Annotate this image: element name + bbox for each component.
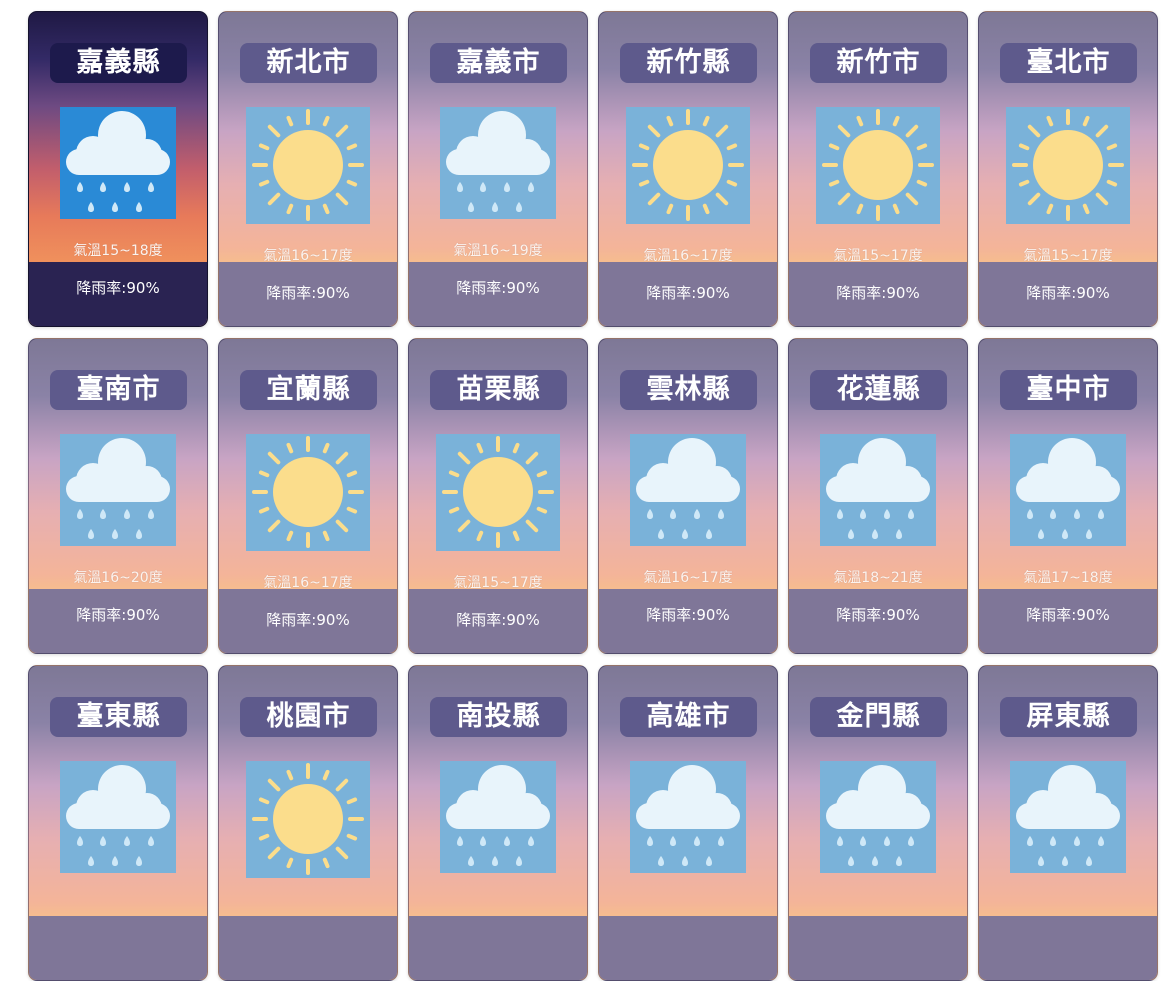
rain-icon bbox=[1010, 434, 1126, 546]
weather-card[interactable]: 臺東縣 bbox=[28, 665, 208, 981]
weather-card-grid: 嘉義縣 氣溫15~18度 降雨率:90% 新北市 氣溫16~17度 降雨率:90… bbox=[28, 11, 1160, 981]
city-name: 新竹市 bbox=[810, 43, 947, 83]
weather-card[interactable]: 花蓮縣 氣溫18~21度 降雨率:90% bbox=[788, 338, 968, 654]
weather-card[interactable]: 嘉義市 氣溫16~19度 降雨率:90% bbox=[408, 11, 588, 327]
city-name: 臺中市 bbox=[1000, 370, 1137, 410]
temperature-range: 氣溫16~19度 bbox=[453, 243, 543, 259]
temperature-range: 氣溫16~17度 bbox=[643, 570, 733, 586]
sun-icon bbox=[1006, 107, 1130, 224]
rain-icon bbox=[1010, 761, 1126, 873]
weather-card[interactable]: 桃園市 bbox=[218, 665, 398, 981]
rain-icon bbox=[820, 434, 936, 546]
card-bottom-band bbox=[979, 916, 1157, 980]
city-name: 嘉義縣 bbox=[50, 43, 187, 83]
rain-icon bbox=[440, 107, 556, 219]
rain-probability: 降雨率:90% bbox=[646, 284, 730, 302]
city-name: 新北市 bbox=[240, 43, 377, 83]
weather-card[interactable]: 宜蘭縣 氣溫16~17度 降雨率:90% bbox=[218, 338, 398, 654]
rain-probability: 降雨率:90% bbox=[646, 606, 730, 624]
city-name: 桃園市 bbox=[240, 697, 377, 737]
sun-icon bbox=[246, 761, 370, 878]
weather-card[interactable]: 新北市 氣溫16~17度 降雨率:90% bbox=[218, 11, 398, 327]
weather-card[interactable]: 屏東縣 bbox=[978, 665, 1158, 981]
rain-probability: 降雨率:90% bbox=[76, 279, 160, 297]
card-bottom-band bbox=[599, 916, 777, 980]
rain-probability: 降雨率:90% bbox=[266, 611, 350, 629]
rain-icon bbox=[60, 761, 176, 873]
card-bottom-band bbox=[789, 916, 967, 980]
city-name: 臺北市 bbox=[1000, 43, 1137, 83]
city-name: 屏東縣 bbox=[1000, 697, 1137, 737]
weather-card[interactable]: 嘉義縣 氣溫15~18度 降雨率:90% bbox=[28, 11, 208, 327]
rain-probability: 降雨率:90% bbox=[836, 606, 920, 624]
rain-probability: 降雨率:90% bbox=[456, 611, 540, 629]
card-bottom-band bbox=[409, 916, 587, 980]
city-name: 雲林縣 bbox=[620, 370, 757, 410]
temperature-range: 氣溫16~20度 bbox=[73, 570, 163, 586]
city-name: 南投縣 bbox=[430, 697, 567, 737]
city-name: 臺東縣 bbox=[50, 697, 187, 737]
rain-icon bbox=[60, 107, 176, 219]
city-name: 高雄市 bbox=[620, 697, 757, 737]
city-name: 臺南市 bbox=[50, 370, 187, 410]
rain-probability: 降雨率:90% bbox=[1026, 284, 1110, 302]
rain-icon bbox=[630, 434, 746, 546]
weather-card[interactable]: 高雄市 bbox=[598, 665, 778, 981]
sun-icon bbox=[816, 107, 940, 224]
city-name: 新竹縣 bbox=[620, 43, 757, 83]
city-name: 苗栗縣 bbox=[430, 370, 567, 410]
rain-icon bbox=[630, 761, 746, 873]
temperature-range: 氣溫15~17度 bbox=[1023, 248, 1113, 264]
temperature-range: 氣溫15~18度 bbox=[73, 243, 163, 259]
rain-icon bbox=[60, 434, 176, 546]
temperature-range: 氣溫15~17度 bbox=[833, 248, 923, 264]
weather-card[interactable]: 新竹縣 氣溫16~17度 降雨率:90% bbox=[598, 11, 778, 327]
temperature-range: 氣溫15~17度 bbox=[453, 575, 543, 591]
rain-icon bbox=[440, 761, 556, 873]
city-name: 花蓮縣 bbox=[810, 370, 947, 410]
weather-card[interactable]: 臺北市 氣溫15~17度 降雨率:90% bbox=[978, 11, 1158, 327]
rain-probability: 降雨率:90% bbox=[76, 606, 160, 624]
weather-card[interactable]: 苗栗縣 氣溫15~17度 降雨率:90% bbox=[408, 338, 588, 654]
weather-card[interactable]: 金門縣 bbox=[788, 665, 968, 981]
weather-card[interactable]: 臺中市 氣溫17~18度 降雨率:90% bbox=[978, 338, 1158, 654]
sun-icon bbox=[436, 434, 560, 551]
rain-probability: 降雨率:90% bbox=[1026, 606, 1110, 624]
rain-probability: 降雨率:90% bbox=[456, 279, 540, 297]
sun-icon bbox=[246, 107, 370, 224]
weather-card[interactable]: 雲林縣 氣溫16~17度 降雨率:90% bbox=[598, 338, 778, 654]
temperature-range: 氣溫16~17度 bbox=[263, 575, 353, 591]
sun-icon bbox=[246, 434, 370, 551]
rain-probability: 降雨率:90% bbox=[266, 284, 350, 302]
weather-card[interactable]: 臺南市 氣溫16~20度 降雨率:90% bbox=[28, 338, 208, 654]
rain-probability: 降雨率:90% bbox=[836, 284, 920, 302]
temperature-range: 氣溫17~18度 bbox=[1023, 570, 1113, 586]
card-bottom-band bbox=[29, 916, 207, 980]
city-name: 嘉義市 bbox=[430, 43, 567, 83]
weather-card[interactable]: 新竹市 氣溫15~17度 降雨率:90% bbox=[788, 11, 968, 327]
weather-card[interactable]: 南投縣 bbox=[408, 665, 588, 981]
sun-icon bbox=[626, 107, 750, 224]
city-name: 宜蘭縣 bbox=[240, 370, 377, 410]
temperature-range: 氣溫18~21度 bbox=[833, 570, 923, 586]
card-bottom-band bbox=[219, 916, 397, 980]
temperature-range: 氣溫16~17度 bbox=[263, 248, 353, 264]
rain-icon bbox=[820, 761, 936, 873]
temperature-range: 氣溫16~17度 bbox=[643, 248, 733, 264]
city-name: 金門縣 bbox=[810, 697, 947, 737]
